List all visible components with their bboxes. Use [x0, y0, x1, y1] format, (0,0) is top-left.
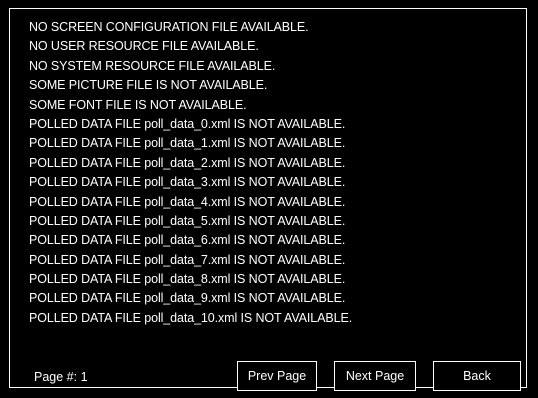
message-list: NO SCREEN CONFIGURATION FILE AVAILABLE. … [29, 18, 352, 328]
page-number-label: Page #: 1 [34, 370, 88, 384]
message-line: POLLED DATA FILE poll_data_5.xml IS NOT … [29, 213, 346, 228]
next-page-button[interactable]: Next Page [334, 361, 416, 391]
message-line: POLLED DATA FILE poll_data_10.xml IS NOT… [29, 310, 353, 325]
message-line: POLLED DATA FILE poll_data_3.xml IS NOT … [29, 175, 346, 190]
message-line: NO SCREEN CONFIGURATION FILE AVAILABLE. [29, 20, 309, 34]
message-line: NO USER RESOURCE FILE AVAILABLE. [29, 39, 259, 54]
message-line: POLLED DATA FILE poll_data_7.xml IS NOT … [29, 252, 346, 267]
message-line: POLLED DATA FILE poll_data_8.xml IS NOT … [29, 272, 346, 287]
message-line: POLLED DATA FILE poll_data_9.xml IS NOT … [29, 291, 346, 306]
message-line: POLLED DATA FILE poll_data_0.xml IS NOT … [29, 116, 346, 131]
back-button[interactable]: Back [433, 361, 521, 391]
prev-page-button[interactable]: Prev Page [237, 361, 317, 391]
message-line: SOME PICTURE FILE IS NOT AVAILABLE. [29, 78, 268, 93]
message-line: POLLED DATA FILE poll_data_4.xml IS NOT … [29, 194, 346, 209]
message-line: NO SYSTEM RESOURCE FILE AVAILABLE. [29, 58, 276, 73]
message-line: POLLED DATA FILE poll_data_2.xml IS NOT … [29, 155, 346, 170]
message-line: SOME FONT FILE IS NOT AVAILABLE. [29, 97, 247, 112]
message-line: POLLED DATA FILE poll_data_1.xml IS NOT … [29, 136, 346, 151]
message-line: POLLED DATA FILE poll_data_6.xml IS NOT … [29, 233, 346, 248]
error-screen: NO SCREEN CONFIGURATION FILE AVAILABLE. … [0, 0, 538, 398]
message-frame: NO SCREEN CONFIGURATION FILE AVAILABLE. … [9, 8, 527, 391]
